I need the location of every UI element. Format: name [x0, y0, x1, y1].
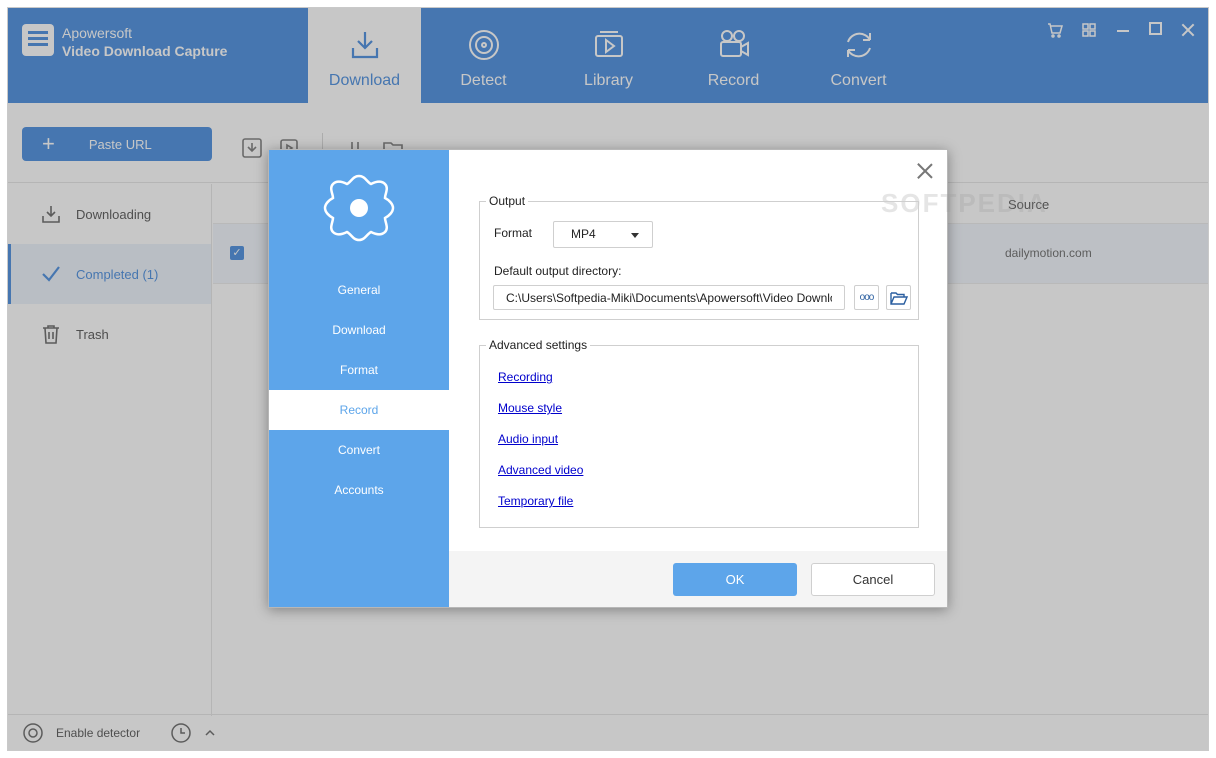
output-dir-input[interactable] — [493, 285, 845, 310]
browse-more-button[interactable]: ooo — [854, 285, 879, 310]
open-folder-button[interactable] — [886, 285, 911, 310]
folder-open-icon — [890, 292, 908, 305]
dialog-close-icon[interactable] — [917, 163, 933, 179]
cancel-button[interactable]: Cancel — [811, 563, 935, 596]
dialog-footer: OK Cancel — [449, 551, 947, 607]
tab-format[interactable]: Format — [269, 350, 449, 390]
tab-convert[interactable]: Convert — [269, 430, 449, 470]
chevron-down-icon — [631, 233, 639, 238]
format-label: Format — [494, 226, 533, 240]
link-recording[interactable]: Recording — [498, 370, 583, 385]
format-select[interactable]: MP4 — [553, 221, 653, 248]
advanced-settings-group: Advanced settings Recording Mouse style … — [479, 338, 919, 528]
tab-download[interactable]: Download — [269, 310, 449, 350]
tab-general[interactable]: General — [269, 270, 449, 310]
link-mouse-style[interactable]: Mouse style — [498, 401, 583, 416]
dialog-sidebar: General Download Format Record Convert A… — [269, 150, 449, 607]
tab-record[interactable]: Record — [269, 390, 449, 430]
output-group: Output Format MP4 Default output directo… — [479, 194, 919, 320]
ok-button[interactable]: OK — [673, 563, 797, 596]
output-dir-label: Default output directory: — [494, 264, 622, 278]
link-audio-input[interactable]: Audio input — [498, 432, 583, 447]
link-temporary-file[interactable]: Temporary file — [498, 494, 583, 509]
settings-dialog: General Download Format Record Convert A… — [268, 149, 1046, 608]
output-group-title: Output — [486, 194, 529, 208]
advanced-group-title: Advanced settings — [486, 338, 591, 352]
tab-accounts[interactable]: Accounts — [269, 470, 449, 510]
link-advanced-video[interactable]: Advanced video — [498, 463, 583, 478]
settings-gear-icon — [323, 174, 395, 242]
dialog-content: SOFTPEDIA Output Format MP4 Default outp… — [449, 150, 1046, 607]
